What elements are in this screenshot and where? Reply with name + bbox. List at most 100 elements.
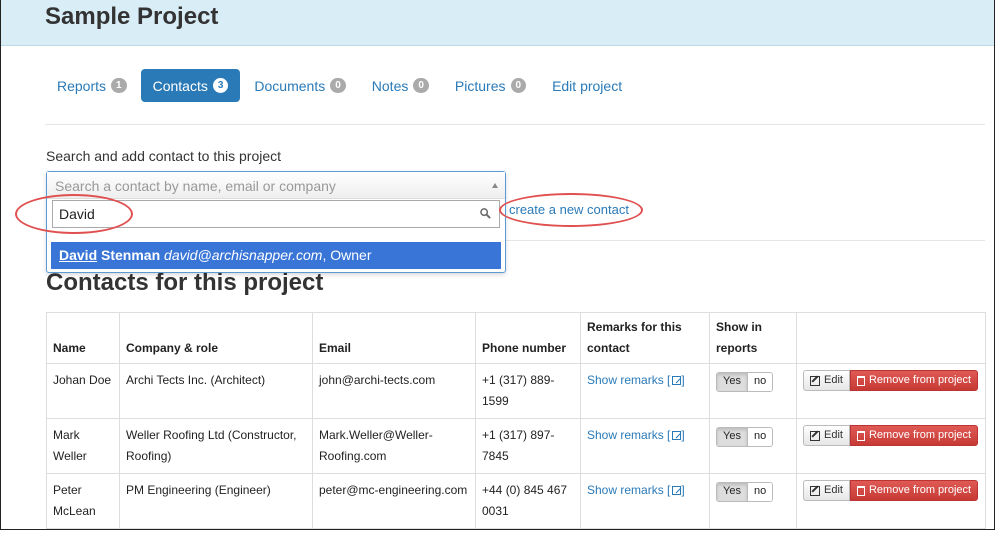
result-match: David bbox=[59, 247, 98, 263]
column-header-phone: Phone number bbox=[475, 312, 581, 364]
trash-icon bbox=[856, 375, 865, 386]
contact-email: Mark.Weller@Weller-Roofing.com bbox=[312, 418, 476, 474]
remove-from-project-button[interactable]: Remove from project bbox=[849, 370, 979, 391]
contact-phone: +1 (317) 889-1599 bbox=[475, 363, 581, 419]
tab-reports[interactable]: Reports 1 bbox=[45, 69, 139, 102]
table-header-row: Name Company & role Email Phone number R… bbox=[46, 312, 986, 364]
search-icon bbox=[480, 208, 491, 219]
remove-button-label: Remove from project bbox=[868, 374, 972, 386]
remove-button-label: Remove from project bbox=[868, 429, 972, 441]
trash-icon bbox=[856, 485, 865, 496]
search-label: Search and add contact to this project bbox=[46, 148, 282, 164]
contact-select[interactable]: Search a contact by name, email or compa… bbox=[47, 172, 505, 199]
contacts-table: Name Company & role Email Phone number R… bbox=[46, 312, 986, 529]
show-remarks-link[interactable]: Show remarks [] bbox=[587, 373, 685, 387]
external-link-icon bbox=[672, 376, 682, 385]
show-in-reports-toggle: Yes no bbox=[716, 371, 774, 392]
contacts-section-title: Contacts for this project bbox=[46, 269, 324, 296]
tab-pictures[interactable]: Pictures 0 bbox=[443, 69, 538, 102]
project-tabs: Reports 1 Contacts 3 Documents 0 Notes 0 Pic… bbox=[45, 69, 636, 102]
column-header-name: Name bbox=[46, 312, 120, 364]
remarks-cell: Show remarks [] bbox=[580, 363, 710, 419]
column-header-actions bbox=[796, 312, 986, 364]
toggle-no-button[interactable]: no bbox=[746, 482, 773, 501]
table-row: Johan Doe Archi Tects Inc. (Architect) j… bbox=[46, 363, 986, 419]
table-row: Mark Weller Weller Roofing Ltd (Construc… bbox=[46, 418, 986, 474]
count-badge: 1 bbox=[111, 78, 127, 93]
count-badge: 0 bbox=[510, 78, 527, 93]
contact-company: Weller Roofing Ltd (Constructor, Roofing… bbox=[119, 418, 313, 474]
column-header-show-in-reports: Show in reports bbox=[709, 312, 797, 364]
show-in-reports-toggle: Yes no bbox=[716, 481, 774, 502]
divider bbox=[505, 240, 985, 241]
column-header-company: Company & role bbox=[119, 312, 313, 364]
tab-documents[interactable]: Documents 0 bbox=[242, 69, 357, 102]
contact-name: Peter McLean bbox=[46, 473, 120, 529]
tab-notes[interactable]: Notes 0 bbox=[360, 69, 441, 102]
tab-label: Contacts bbox=[152, 77, 208, 94]
app-window: Sample Project Reports 1 Contacts 3 Docume… bbox=[0, 0, 995, 530]
tab-label: Reports bbox=[57, 77, 107, 94]
remove-from-project-button[interactable]: Remove from project bbox=[849, 425, 979, 446]
remarks-cell: Show remarks [] bbox=[580, 418, 710, 474]
show-in-reports-cell: Yes no bbox=[709, 418, 797, 474]
tab-contacts[interactable]: Contacts 3 bbox=[140, 69, 241, 102]
show-remarks-link[interactable]: Show remarks [] bbox=[587, 428, 685, 442]
contact-name: Johan Doe bbox=[46, 363, 120, 419]
contact-email: peter@mc-engineering.com bbox=[312, 473, 476, 529]
contact-name: Mark Weller bbox=[46, 418, 120, 474]
edit-icon bbox=[810, 430, 820, 441]
remove-from-project-button[interactable]: Remove from project bbox=[849, 480, 979, 501]
tab-label: Notes bbox=[371, 77, 409, 94]
toggle-no-button[interactable]: no bbox=[746, 372, 773, 391]
count-badge: 3 bbox=[212, 78, 229, 93]
toggle-yes-button[interactable]: Yes bbox=[717, 427, 747, 446]
tab-label: Documents bbox=[254, 77, 326, 94]
trash-icon bbox=[856, 430, 865, 441]
edit-button[interactable]: Edit bbox=[803, 480, 850, 501]
column-header-email: Email bbox=[312, 312, 476, 364]
toggle-no-button[interactable]: no bbox=[746, 427, 773, 446]
show-in-reports-cell: Yes no bbox=[709, 473, 797, 529]
result-name: Stenman bbox=[97, 247, 161, 263]
edit-button[interactable]: Edit bbox=[803, 425, 850, 446]
result-email: david@archisnapper.com bbox=[164, 247, 323, 263]
toggle-yes-button[interactable]: Yes bbox=[717, 372, 747, 391]
select-placeholder: Search a contact by name, email or compa… bbox=[55, 178, 336, 194]
contact-company: PM Engineering (Engineer) bbox=[119, 473, 313, 529]
show-remarks-link[interactable]: Show remarks [] bbox=[587, 483, 685, 497]
contact-company: Archi Tects Inc. (Architect) bbox=[119, 363, 313, 419]
caret-up-icon bbox=[492, 183, 498, 188]
edit-button[interactable]: Edit bbox=[803, 370, 850, 391]
external-link-icon bbox=[672, 486, 682, 495]
search-result-item[interactable]: David Stenman david@archisnapper.com, Ow… bbox=[51, 242, 501, 269]
page-title: Sample Project bbox=[45, 3, 219, 30]
show-remarks-label: Show remarks bbox=[587, 373, 664, 387]
show-remarks-label: Show remarks bbox=[587, 428, 664, 442]
remove-button-label: Remove from project bbox=[868, 484, 972, 496]
count-badge: 0 bbox=[330, 78, 346, 93]
actions-cell: Edit Remove from project bbox=[796, 363, 986, 419]
edit-button-label: Edit bbox=[824, 374, 843, 386]
tab-edit-project[interactable]: Edit project bbox=[540, 69, 634, 102]
divider bbox=[45, 124, 985, 125]
show-in-reports-cell: Yes no bbox=[709, 363, 797, 419]
column-header-remarks: Remarks for this contact bbox=[580, 312, 710, 364]
toggle-yes-button[interactable]: Yes bbox=[717, 482, 747, 501]
actions-cell: Edit Remove from project bbox=[796, 473, 986, 529]
tab-label: Edit project bbox=[552, 77, 623, 94]
tab-label: Pictures bbox=[454, 77, 506, 94]
table-row: Peter McLean PM Engineering (Engineer) p… bbox=[46, 473, 986, 529]
remarks-cell: Show remarks [] bbox=[580, 473, 710, 529]
project-header: Sample Project bbox=[1, 0, 994, 46]
actions-cell: Edit Remove from project bbox=[796, 418, 986, 474]
edit-button-label: Edit bbox=[824, 484, 843, 496]
show-in-reports-toggle: Yes no bbox=[716, 426, 774, 447]
contact-email: john@archi-tects.com bbox=[312, 363, 476, 419]
edit-button-label: Edit bbox=[824, 429, 843, 441]
count-badge: 0 bbox=[413, 78, 429, 93]
edit-icon bbox=[810, 485, 820, 496]
external-link-icon bbox=[672, 431, 682, 440]
annotation-circle bbox=[15, 194, 133, 234]
show-remarks-label: Show remarks bbox=[587, 483, 664, 497]
